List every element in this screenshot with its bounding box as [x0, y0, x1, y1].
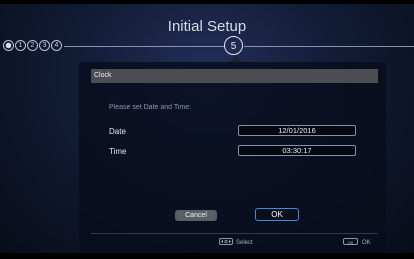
step-2-indicator: 2 [27, 40, 38, 51]
step-line-left [64, 46, 224, 47]
clock-dialog [79, 62, 386, 254]
time-field[interactable]: 03:30:17 [238, 145, 356, 156]
date-field[interactable]: 12/01/2016 [238, 125, 356, 136]
prompt-text: Please set Date and Time: [109, 104, 192, 111]
step-line-right [244, 46, 414, 47]
step-4-indicator: 4 [51, 40, 62, 51]
step-3-indicator: 3 [39, 40, 50, 51]
date-label: Date [109, 127, 126, 136]
footer-divider [91, 233, 378, 234]
step-0-indicator [3, 40, 14, 51]
time-label: Time [109, 147, 127, 156]
top-bezel [0, 0, 414, 4]
tv-screen: Initial Setup 1 2 3 4 5 Clock Please set… [0, 0, 414, 259]
page-title: Initial Setup [167, 18, 247, 35]
dpad-icon [219, 238, 233, 245]
bottom-bezel [0, 253, 414, 259]
current-step-indicator: 5 [224, 36, 243, 55]
dialog-title: Clock [91, 69, 378, 83]
setup-step-indicator: 1 2 3 4 [3, 40, 62, 52]
select-hint: Select [236, 240, 253, 246]
ok-key-icon: OK [343, 238, 358, 245]
cancel-button[interactable]: Cancel [175, 210, 217, 221]
step-1-indicator: 1 [15, 40, 26, 51]
ok-hint: OK [362, 240, 371, 246]
ok-button[interactable]: OK [255, 208, 299, 221]
dialog-pointer [230, 55, 242, 62]
